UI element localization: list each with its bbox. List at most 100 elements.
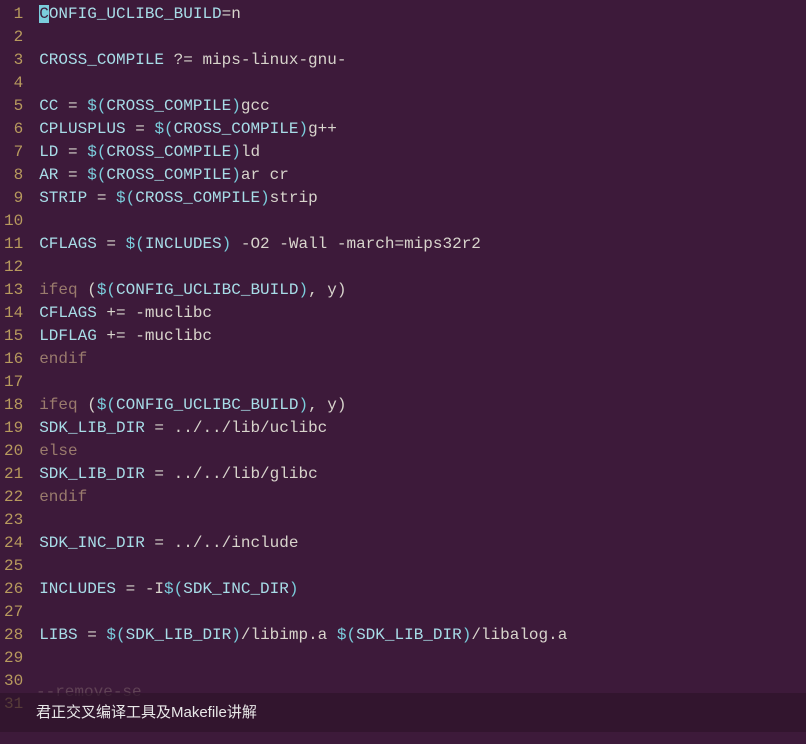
code-line[interactable]: INCLUDES = -I$(SDK_INC_DIR) [39,578,806,601]
code-line[interactable]: CFLAGS += -muclibc [39,302,806,325]
line-number: 18 [4,394,23,417]
line-number: 4 [4,72,23,95]
caption-text: 君正交叉编译工具及Makefile讲解 [36,704,257,721]
code-token: , y [308,396,337,414]
code-token: ) [462,626,472,644]
line-number: 15 [4,325,23,348]
code-token: /libalog.a [471,626,567,644]
code-line[interactable]: CROSS_COMPILE ?= mips-linux-gnu- [39,49,806,72]
code-line[interactable]: CPLUSPLUS = $(CROSS_COMPILE)g++ [39,118,806,141]
code-line[interactable]: STRIP = $(CROSS_COMPILE)strip [39,187,806,210]
line-number: 16 [4,348,23,371]
code-token: = [145,465,174,483]
code-token: LDFLAG [39,327,97,345]
code-line[interactable] [39,72,806,95]
code-line[interactable]: SDK_LIB_DIR = ../../lib/uclibc [39,417,806,440]
code-token: strip [270,189,318,207]
code-token: C [39,5,49,23]
line-number: 14 [4,302,23,325]
line-number: 28 [4,624,23,647]
code-token: = [116,580,145,598]
code-token: /libimp.a [241,626,337,644]
code-line[interactable]: endif [39,348,806,371]
code-line[interactable]: CONFIG_UCLIBC_BUILD=n [39,3,806,26]
code-token: else [39,442,77,460]
code-token: CROSS_COMPILE [106,97,231,115]
code-token: -I [145,580,164,598]
code-token: endif [39,488,87,506]
code-line[interactable] [39,647,806,670]
code-token: = [78,626,107,644]
code-token: CROSS_COMPILE [39,51,164,69]
code-token: ) [298,120,308,138]
code-token: ) [337,396,347,414]
line-number: 6 [4,118,23,141]
code-token: $( [87,166,106,184]
code-token: ) [231,97,241,115]
code-line[interactable] [39,670,806,693]
code-line[interactable] [39,601,806,624]
line-number: 26 [4,578,23,601]
code-token: ) [231,143,241,161]
code-line[interactable]: endif [39,486,806,509]
line-number: 10 [4,210,23,233]
code-token: ) [222,235,232,253]
code-token: =n [222,5,241,23]
code-line[interactable] [39,555,806,578]
code-token: -muclibc [135,304,212,322]
code-line[interactable]: else [39,440,806,463]
code-token: ) [337,281,347,299]
code-token: = [145,534,174,552]
code-line[interactable]: LDFLAG += -muclibc [39,325,806,348]
code-line[interactable]: LD = $(CROSS_COMPILE)ld [39,141,806,164]
line-number: 9 [4,187,23,210]
code-token: mips-linux-gnu- [202,51,346,69]
code-token: SDK_INC_DIR [183,580,289,598]
code-line[interactable] [39,371,806,394]
code-line[interactable]: SDK_LIB_DIR = ../../lib/glibc [39,463,806,486]
code-line[interactable]: CC = $(CROSS_COMPILE)gcc [39,95,806,118]
code-token: INCLUDES [145,235,222,253]
code-line[interactable] [39,256,806,279]
code-token: $( [116,189,135,207]
line-number: 11 [4,233,23,256]
code-token: LIBS [39,626,77,644]
code-token: ( [87,281,97,299]
code-line[interactable]: ifeq ($(CONFIG_UCLIBC_BUILD), y) [39,279,806,302]
code-token: $( [97,396,116,414]
code-line[interactable]: AR = $(CROSS_COMPILE)ar cr [39,164,806,187]
code-token: ../../lib/uclibc [174,419,328,437]
code-line[interactable]: SDK_INC_DIR = ../../include [39,532,806,555]
code-line[interactable] [39,26,806,49]
line-number: 12 [4,256,23,279]
code-token: ifeq [39,281,87,299]
code-token: $( [126,235,145,253]
code-area[interactable]: CONFIG_UCLIBC_BUILD=nCROSS_COMPILE ?= mi… [31,0,806,744]
code-token: gcc [241,97,270,115]
line-number: 24 [4,532,23,555]
line-number: 8 [4,164,23,187]
code-line[interactable]: CFLAGS = $(INCLUDES) -O2 -Wall -march=mi… [39,233,806,256]
video-caption-overlay: 君正交叉编译工具及Makefile讲解 [0,693,806,732]
code-token: -muclibc [135,327,212,345]
code-token: ) [298,396,308,414]
code-token: LD [39,143,58,161]
code-token: ../../lib/glibc [174,465,318,483]
code-token: = [58,143,87,161]
line-number: 3 [4,49,23,72]
code-line[interactable] [39,509,806,532]
code-token: CONFIG_UCLIBC_BUILD [116,396,298,414]
code-line[interactable] [39,210,806,233]
code-token: = [58,166,87,184]
code-token: = [58,97,87,115]
line-number: 23 [4,509,23,532]
code-line[interactable]: ifeq ($(CONFIG_UCLIBC_BUILD), y) [39,394,806,417]
code-editor[interactable]: 1234567891011121314151617181920212223242… [0,0,806,744]
code-token: = [97,235,126,253]
code-token: INCLUDES [39,580,116,598]
code-token: $( [97,281,116,299]
code-token: $( [164,580,183,598]
code-line[interactable]: LIBS = $(SDK_LIB_DIR)/libimp.a $(SDK_LIB… [39,624,806,647]
code-token: SDK_LIB_DIR [39,419,145,437]
code-token: STRIP [39,189,87,207]
